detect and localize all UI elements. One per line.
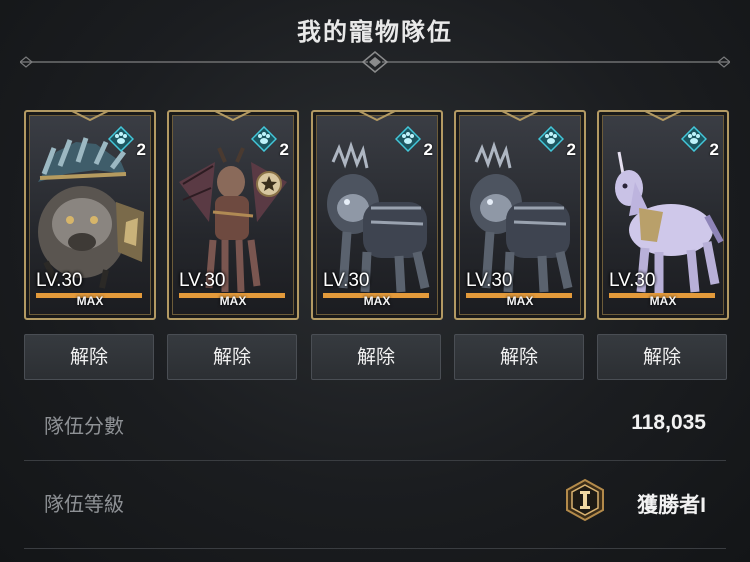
pet-level: LV.30 — [466, 270, 513, 291]
pet-card-1[interactable]: 2 LV.30 MAX — [24, 110, 156, 320]
star-badge-icon — [256, 171, 282, 197]
max-label: MAX — [363, 294, 391, 308]
pet-card-3[interactable]: 2 LV.30 MAX — [311, 110, 443, 320]
card-crest-ornament — [214, 112, 252, 122]
paw-count: 2 — [423, 140, 433, 159]
paw-count: 2 — [136, 140, 146, 159]
team-rank-value: 獲勝者I — [637, 494, 706, 517]
pet-level: LV.30 — [323, 270, 370, 291]
pet-card-5[interactable]: 2 LV.30 MAX — [597, 110, 729, 320]
rank-emblem-icon — [566, 478, 604, 522]
paw-icon — [681, 126, 707, 152]
paw-icon — [538, 126, 564, 152]
card-crest-ornament — [71, 112, 109, 122]
title-divider — [20, 51, 730, 73]
paw-count: 2 — [709, 140, 719, 159]
pet-level: LV.30 — [36, 270, 83, 291]
release-button-2[interactable]: 解除 — [167, 334, 297, 380]
card-crest-ornament — [358, 112, 396, 122]
row-divider — [24, 548, 726, 549]
max-label: MAX — [76, 294, 104, 308]
max-label: MAX — [506, 294, 534, 308]
release-button-5[interactable]: 解除 — [597, 334, 727, 380]
pet-level: LV.30 — [609, 270, 656, 291]
release-button-4[interactable]: 解除 — [454, 334, 584, 380]
row-divider — [24, 460, 726, 461]
paw-count: 2 — [279, 140, 289, 159]
page-title: 我的寵物隊伍 — [297, 18, 453, 46]
team-score-value: 118,035 — [631, 411, 706, 434]
paw-icon — [395, 126, 421, 152]
pet-card-4[interactable]: 2 LV.30 MAX — [454, 110, 586, 320]
release-button-3[interactable]: 解除 — [311, 334, 441, 380]
pet-level: LV.30 — [179, 270, 226, 291]
team-score-label: 隊伍分數 — [44, 414, 124, 438]
pet-card-list: 2 LV.30 MAX 2 LV.30 MAX 2 LV.30 MAX 2 LV… — [24, 110, 729, 320]
paw-icon — [251, 126, 277, 152]
pet-card-2[interactable]: 2 LV.30 MAX — [167, 110, 299, 320]
team-rank-label: 隊伍等級 — [44, 492, 124, 516]
card-crest-ornament — [644, 112, 682, 122]
paw-count: 2 — [566, 140, 576, 159]
card-crest-ornament — [501, 112, 539, 122]
max-label: MAX — [649, 294, 677, 308]
release-button-1[interactable]: 解除 — [24, 334, 154, 380]
max-label: MAX — [219, 294, 247, 308]
paw-icon — [108, 126, 134, 152]
